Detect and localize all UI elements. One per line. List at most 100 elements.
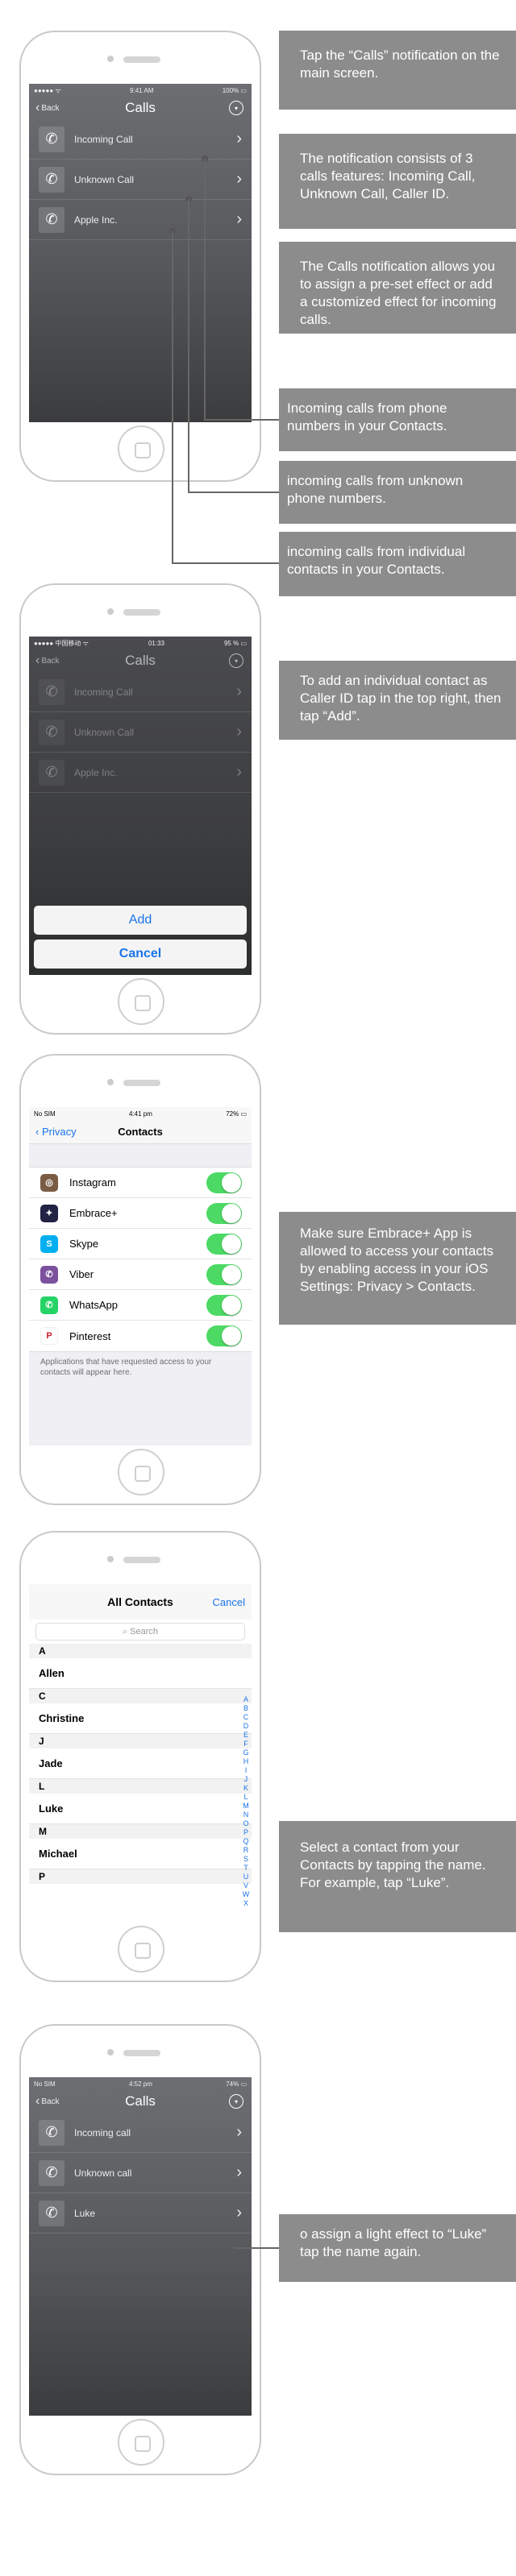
index-letter[interactable]: H	[242, 1757, 250, 1766]
list-item[interactable]: Christine	[29, 1703, 252, 1734]
phone-frame: No SIM 4:52 pm 74% ▭ ‹ Back Calls ▾ ✆ Inc…	[19, 2024, 261, 2475]
row-unknown-call[interactable]: ✆ Unknown call ›	[29, 2153, 252, 2193]
callout-tap-calls: Tap the “Calls” notification on the main…	[279, 31, 516, 110]
section-header: A	[29, 1644, 252, 1658]
chevron-right-icon: ›	[236, 170, 242, 188]
phone-frame: ●●●●● ᯤ 9:41 AM 100% ▭ ‹ Back Calls ▾ ✆ I…	[19, 31, 261, 482]
search-placeholder: Search	[130, 1627, 159, 1636]
row-unknown-call[interactable]: ✆ Unknown Call ›	[29, 160, 252, 200]
index-letter[interactable]: L	[242, 1793, 250, 1802]
callout-individual-calls: incoming calls from individual contacts …	[279, 532, 516, 596]
app-name: Embrace+	[69, 1207, 118, 1219]
access-toggle[interactable]	[206, 1294, 242, 1316]
chevron-right-icon: ›	[236, 2123, 242, 2141]
index-letter[interactable]: E	[242, 1731, 250, 1740]
index-letter[interactable]: C	[242, 1713, 250, 1722]
page-title: Calls	[125, 2093, 156, 2109]
index-letter[interactable]: X	[242, 1899, 250, 1908]
index-letter[interactable]: W	[242, 1890, 250, 1899]
row-incoming-call[interactable]: ✆ Incoming call ›	[29, 2113, 252, 2153]
index-letter[interactable]: Q	[242, 1837, 250, 1846]
carrier-signal: No SIM	[34, 1110, 56, 1118]
skype-icon: S	[40, 1234, 58, 1253]
index-letter[interactable]: R	[242, 1846, 250, 1855]
home-button	[118, 1449, 164, 1495]
section-header: C	[29, 1689, 252, 1703]
index-letter[interactable]: M	[242, 1802, 250, 1811]
alphabet-index[interactable]: ABCDEFGHIJKLMNOPQRSTUVWX	[242, 1695, 250, 1908]
permission-footnote: Applications that have requested access …	[40, 1358, 212, 1377]
search-input[interactable]: ⌕ Search	[35, 1623, 245, 1641]
list-item[interactable]: Luke	[29, 1794, 252, 1824]
chevron-right-icon: ›	[236, 210, 242, 228]
calls-screen: No SIM 4:52 pm 74% ▭ ‹ Back Calls ▾ ✆ Inc…	[29, 2077, 252, 2416]
index-letter[interactable]: S	[242, 1855, 250, 1864]
chevron-right-icon: ›	[236, 2204, 242, 2221]
access-toggle[interactable]	[206, 1202, 242, 1224]
back-button[interactable]: ‹ Back	[35, 653, 60, 667]
back-button[interactable]: ‹ Back	[35, 2095, 60, 2108]
index-letter[interactable]: F	[242, 1740, 250, 1748]
phone-frame: All Contacts Cancel ⌕ Search A Allen C Chri…	[19, 1531, 261, 1982]
back-label: Back	[41, 2097, 60, 2106]
row-incoming-call[interactable]: ✆ Incoming Call ›	[29, 119, 252, 160]
page-title: Contacts	[118, 1126, 163, 1138]
row-label: Unknown call	[74, 2167, 132, 2179]
list-item[interactable]: Jade	[29, 1748, 252, 1779]
row-incoming-call[interactable]: ✆ Incoming Call ›	[29, 672, 252, 712]
page-title: Calls	[125, 653, 156, 668]
list-item[interactable]: Allen	[29, 1658, 252, 1689]
row-caller-id[interactable]: ✆ Apple Inc. ›	[29, 200, 252, 240]
add-button[interactable]: Add	[34, 906, 247, 935]
index-letter[interactable]: N	[242, 1811, 250, 1819]
chevron-left-icon: ‹	[35, 653, 40, 667]
access-toggle[interactable]	[206, 1172, 242, 1193]
index-letter[interactable]: T	[242, 1864, 250, 1873]
index-letter[interactable]: D	[242, 1722, 250, 1731]
access-toggle[interactable]	[206, 1233, 242, 1255]
access-toggle[interactable]	[206, 1325, 242, 1346]
phone-icon: ✆	[39, 206, 64, 233]
status-bar: ●●●●● 中国移动 ᯤ 01:33 95 % ▭	[29, 637, 252, 649]
section-header: M	[29, 1824, 252, 1839]
back-button[interactable]: ‹ Back	[35, 102, 60, 114]
index-letter[interactable]: I	[242, 1766, 250, 1775]
list-item: ✆ WhatsApp	[29, 1290, 252, 1321]
index-letter[interactable]: U	[242, 1873, 250, 1881]
phone-unknown-icon: ✆	[39, 166, 64, 193]
index-letter[interactable]: K	[242, 1784, 250, 1793]
index-letter[interactable]: A	[242, 1695, 250, 1704]
home-button	[118, 1926, 164, 1972]
chevron-right-icon: ›	[236, 130, 242, 147]
cancel-button[interactable]: Cancel	[34, 940, 247, 969]
callout-three-features: The notification consists of 3 calls fea…	[279, 134, 516, 229]
callout-contacts-calls: Incoming calls from phone numbers in you…	[279, 388, 516, 451]
phone-icon: ✆	[39, 2200, 64, 2226]
cancel-button[interactable]: Cancel	[213, 1596, 245, 1608]
back-privacy-button[interactable]: ‹ Privacy	[35, 1126, 77, 1138]
index-letter[interactable]: P	[242, 1828, 250, 1837]
back-label: Privacy	[41, 1126, 77, 1138]
row-caller-id[interactable]: ✆ Apple Inc. ›	[29, 753, 252, 793]
row-contact-luke[interactable]: ✆ Luke ›	[29, 2193, 252, 2234]
dropdown-menu-icon[interactable]: ▾	[229, 653, 243, 668]
chevron-right-icon: ›	[236, 682, 242, 700]
dropdown-menu-icon[interactable]: ▾	[229, 101, 243, 115]
phone-incoming-icon: ✆	[39, 2119, 64, 2146]
index-letter[interactable]: O	[242, 1819, 250, 1828]
app-name: Instagram	[69, 1176, 116, 1188]
section-header: L	[29, 1779, 252, 1794]
index-letter[interactable]: J	[242, 1775, 250, 1784]
dropdown-menu-icon[interactable]: ▾	[229, 2094, 243, 2109]
status-bar: No SIM 4:41 pm 72% ▭	[29, 1107, 252, 1120]
battery-status: 100% ▭	[222, 86, 247, 94]
access-toggle[interactable]	[206, 1263, 242, 1285]
index-letter[interactable]: V	[242, 1881, 250, 1890]
home-button	[118, 2419, 164, 2466]
index-letter[interactable]: G	[242, 1748, 250, 1757]
list-item[interactable]: Michael	[29, 1839, 252, 1869]
home-button	[118, 425, 164, 472]
whatsapp-icon: ✆	[40, 1296, 58, 1314]
index-letter[interactable]: B	[242, 1704, 250, 1713]
row-unknown-call[interactable]: ✆ Unknown Call ›	[29, 712, 252, 753]
